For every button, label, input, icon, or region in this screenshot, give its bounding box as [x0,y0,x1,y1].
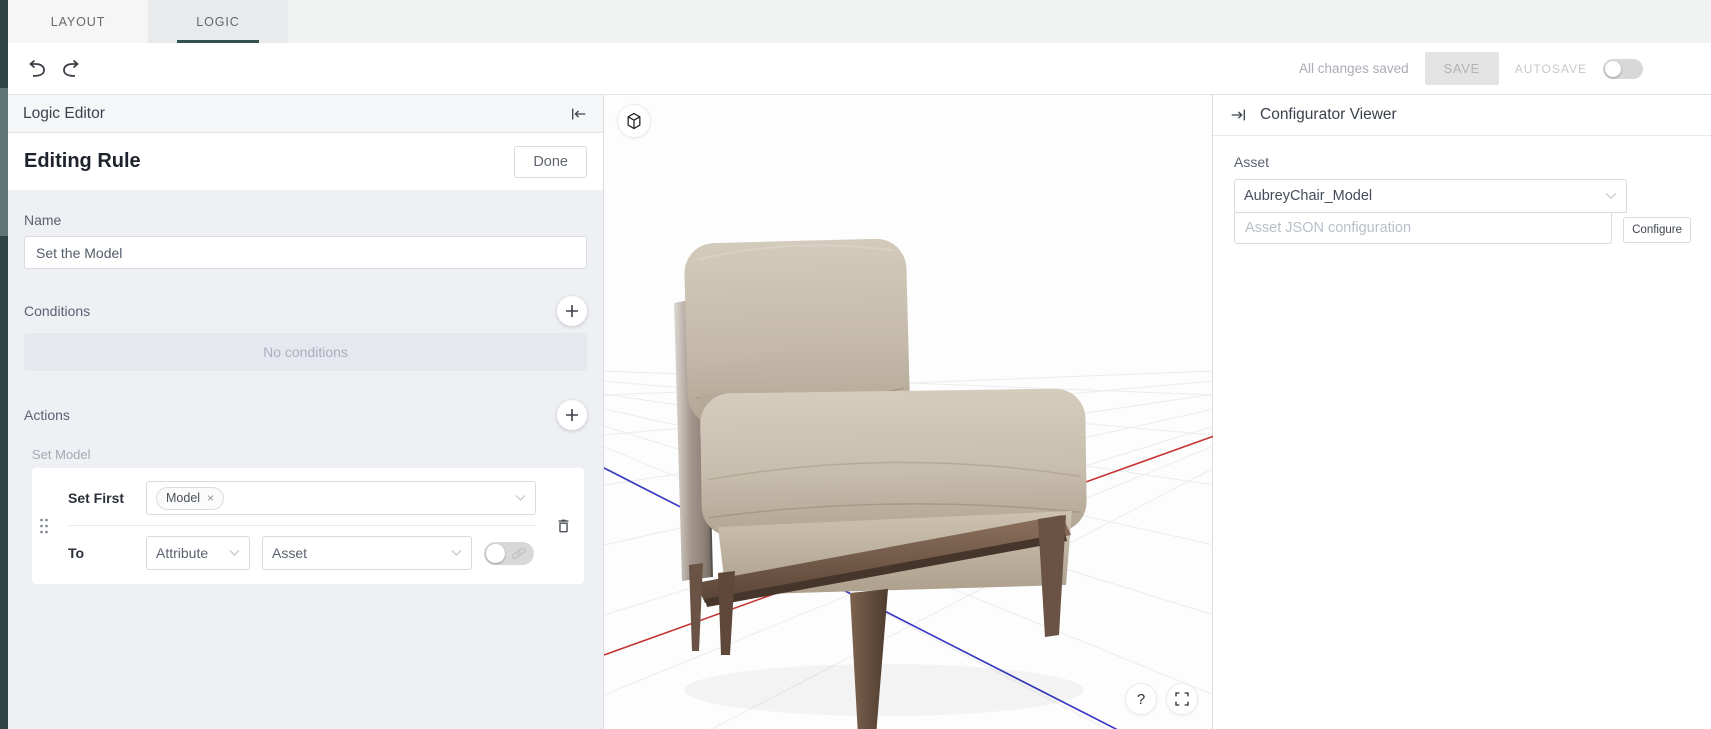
cube-icon [624,111,644,131]
logic-editor-title: Logic Editor [23,105,105,123]
add-action-button[interactable] [557,400,587,430]
to-value-select[interactable]: Asset [262,536,472,570]
collapse-panel-button[interactable] [570,106,588,122]
to-type-select[interactable]: Attribute [146,536,250,570]
3d-scene [604,95,1214,729]
rule-name-input[interactable] [24,236,587,269]
save-button[interactable]: SAVE [1425,52,1499,85]
no-conditions-text: No conditions [263,344,348,360]
tab-layout-label: LAYOUT [51,15,106,29]
editing-rule-card: Editing Rule Done [8,133,603,190]
asset-json-input[interactable] [1234,212,1612,244]
redo-icon [58,59,82,79]
link-toggle[interactable] [484,542,534,565]
3d-viewer-canvas[interactable]: ? [603,95,1213,729]
autosave-label: AUTOSAVE [1515,62,1587,76]
nav-scroll-indicator [0,88,8,236]
app-nav-strip[interactable] [0,0,8,729]
set-first-label: Set First [68,490,146,506]
model-chip: Model × [156,487,224,510]
tab-bar: LAYOUT LOGIC [8,0,1711,43]
help-glyph: ? [1137,691,1145,708]
to-value-text: Asset [272,545,307,561]
link-icon [511,547,527,560]
delete-action-button[interactable] [555,517,572,536]
add-condition-button[interactable] [557,296,587,326]
action-group-label: Set Model [32,447,587,462]
redo-button[interactable] [54,55,86,83]
drag-dots-icon [38,517,50,535]
collapse-right-icon [1229,107,1247,123]
expand-panel-button[interactable] [1229,107,1247,123]
autosave-toggle-knob [1605,61,1621,77]
no-conditions-box: No conditions [24,333,587,371]
asset-select-value: AubreyChair_Model [1244,188,1372,204]
configurator-viewer-panel: Configurator Viewer Asset AubreyChair_Mo… [1213,95,1711,729]
chair-model [674,238,1087,729]
done-button[interactable]: Done [514,146,587,178]
configure-button[interactable]: Configure [1623,217,1691,243]
chip-remove-icon[interactable]: × [207,491,214,505]
name-label: Name [24,212,587,228]
undo-icon [26,59,50,79]
drag-handle[interactable] [38,517,50,535]
chevron-down-icon [451,550,462,557]
autosave-toggle[interactable] [1603,59,1643,79]
action-divider [68,525,536,526]
asset-label: Asset [1234,154,1691,170]
toolbar: All changes saved SAVE AUTOSAVE [8,43,1711,95]
tab-layout[interactable]: LAYOUT [8,0,148,43]
model-chip-label: Model [166,491,200,505]
tab-logic-label: LOGIC [196,15,239,29]
fullscreen-button[interactable] [1166,683,1198,715]
tab-logic[interactable]: LOGIC [148,0,288,43]
collapse-left-icon [570,106,588,122]
editing-rule-heading: Editing Rule [24,150,141,173]
plus-icon [565,408,579,422]
actions-label: Actions [24,407,70,423]
save-status-text: All changes saved [1299,61,1409,76]
to-label: To [68,545,146,561]
to-type-value: Attribute [156,545,208,561]
set-first-select[interactable]: Model × [146,481,536,515]
link-toggle-knob [486,544,505,563]
orbit-home-button[interactable] [617,104,651,138]
chevron-down-icon [1605,192,1617,200]
trash-icon [555,517,572,536]
chevron-down-icon [229,550,240,557]
asset-select[interactable]: AubreyChair_Model [1234,179,1627,213]
chevron-down-icon [515,495,526,502]
configurator-viewer-header: Configurator Viewer [1213,95,1711,136]
logic-editor-panel: Logic Editor Editing Rule Done Name Cond… [8,95,603,729]
conditions-label: Conditions [24,303,90,319]
help-button[interactable]: ? [1125,683,1157,715]
set-model-action-card: Set First Model × To Attribute [32,468,584,584]
undo-button[interactable] [22,55,54,83]
configurator-viewer-title: Configurator Viewer [1260,106,1397,124]
logic-editor-header: Logic Editor [8,95,603,133]
fullscreen-icon [1174,691,1190,707]
plus-icon [565,304,579,318]
